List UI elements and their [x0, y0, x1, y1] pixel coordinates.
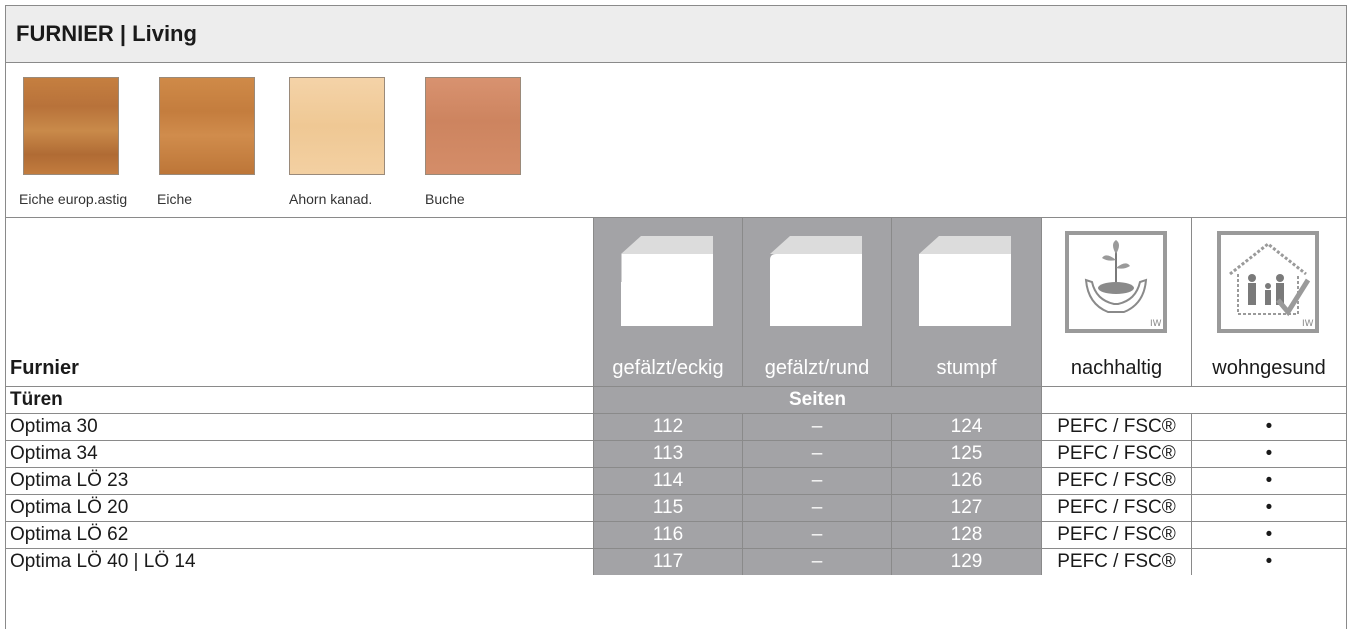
- swatch-label: Eiche europ.astig: [19, 191, 128, 207]
- section-row: Türen Seiten: [6, 386, 1346, 413]
- page-gefalzt-rund: –: [742, 522, 891, 548]
- veneer-swatches: Eiche europ.astig Eiche Ahorn kanad. Buc…: [6, 63, 1346, 218]
- page-gefalzt-eckig: 114: [593, 468, 742, 494]
- page-stumpf: 124: [891, 414, 1041, 440]
- certification: PEFC / FSC®: [1041, 414, 1191, 440]
- table-row[interactable]: Optima 30 112 – 124 PEFC / FSC® •: [6, 413, 1346, 440]
- page-gefalzt-rund: –: [742, 441, 891, 467]
- healthy-bullet: •: [1191, 441, 1346, 467]
- table-row[interactable]: Optima LÖ 62 116 – 128 PEFC / FSC® •: [6, 521, 1346, 548]
- section-label: Türen: [10, 389, 63, 410]
- row-name: Optima 34: [10, 443, 98, 464]
- swatch-ahorn-kanad[interactable]: [289, 77, 385, 175]
- certification: PEFC / FSC®: [1041, 522, 1191, 548]
- header-label: gefälzt/rund: [764, 357, 870, 379]
- healthy-bullet: •: [1191, 549, 1346, 575]
- table-row[interactable]: Optima 34 113 – 125 PEFC / FSC® •: [6, 440, 1346, 467]
- section-title: FURNIER | Living: [6, 6, 1346, 63]
- page-gefalzt-eckig: 117: [593, 549, 742, 575]
- header-gefalzt-rund: gefälzt/rund: [742, 218, 891, 386]
- page-gefalzt-eckig: 112: [593, 414, 742, 440]
- header-label: wohngesund: [1212, 357, 1326, 379]
- table-row[interactable]: Optima LÖ 40 | LÖ 14 117 – 129 PEFC / FS…: [6, 548, 1346, 575]
- page-gefalzt-rund: –: [742, 549, 891, 575]
- row-name: Optima 30: [10, 416, 98, 437]
- header-label: gefälzt/eckig: [612, 357, 724, 379]
- certification: PEFC / FSC®: [1041, 468, 1191, 494]
- svg-text:IW: IW: [1150, 319, 1162, 329]
- product-table: Furnier gefälzt/eckig gefälzt/rund stump…: [6, 218, 1346, 629]
- header-label: Furnier: [10, 357, 79, 379]
- profile-gefalzt-rund-icon: [770, 236, 862, 326]
- swatch-label: Eiche: [157, 191, 193, 207]
- page-stumpf: 129: [891, 549, 1041, 575]
- page-stumpf: 126: [891, 468, 1041, 494]
- empty-cell: [1041, 387, 1346, 413]
- header-label: nachhaltig: [1070, 357, 1163, 379]
- header-wohngesund: IW wohngesund: [1191, 218, 1346, 386]
- profile-stumpf-icon: [919, 236, 1011, 326]
- product-table-frame: FURNIER | Living Eiche europ.astig Eiche…: [5, 5, 1347, 629]
- swatch-label: Ahorn kanad.: [289, 191, 373, 207]
- swatch-eiche[interactable]: [159, 77, 255, 175]
- healthy-living-house-icon: IW: [1217, 231, 1319, 333]
- row-name: Optima LÖ 62: [10, 524, 129, 545]
- header-stumpf: stumpf: [891, 218, 1041, 386]
- row-name: Optima LÖ 20: [10, 497, 129, 518]
- swatch-label: Buche: [425, 191, 465, 207]
- page-stumpf: 125: [891, 441, 1041, 467]
- table-row[interactable]: Optima LÖ 20 115 – 127 PEFC / FSC® •: [6, 494, 1346, 521]
- page-gefalzt-eckig: 113: [593, 441, 742, 467]
- header-gefalzt-eckig: gefälzt/eckig: [593, 218, 742, 386]
- profile-gefalzt-eckig-icon: [621, 236, 713, 326]
- page-stumpf: 128: [891, 522, 1041, 548]
- page-gefalzt-eckig: 116: [593, 522, 742, 548]
- healthy-bullet: •: [1191, 495, 1346, 521]
- row-name: Optima LÖ 23: [10, 470, 129, 491]
- healthy-bullet: •: [1191, 414, 1346, 440]
- swatch-eiche-europ-astig[interactable]: [23, 77, 119, 175]
- svg-text:IW: IW: [1302, 319, 1314, 329]
- certification: PEFC / FSC®: [1041, 549, 1191, 575]
- healthy-bullet: •: [1191, 522, 1346, 548]
- row-name: Optima LÖ 40 | LÖ 14: [10, 551, 196, 572]
- section-span-label: Seiten: [593, 387, 1041, 413]
- table-row[interactable]: Optima LÖ 23 114 – 126 PEFC / FSC® •: [6, 467, 1346, 494]
- page-stumpf: 127: [891, 495, 1041, 521]
- sustainable-hands-plant-icon: IW: [1065, 231, 1167, 333]
- page-gefalzt-rund: –: [742, 495, 891, 521]
- page-gefalzt-eckig: 115: [593, 495, 742, 521]
- page-gefalzt-rund: –: [742, 414, 891, 440]
- header-label: stumpf: [936, 357, 997, 379]
- healthy-bullet: •: [1191, 468, 1346, 494]
- page-gefalzt-rund: –: [742, 468, 891, 494]
- header-nachhaltig: IW nachhaltig: [1041, 218, 1191, 386]
- certification: PEFC / FSC®: [1041, 441, 1191, 467]
- swatch-buche[interactable]: [425, 77, 521, 175]
- certification: PEFC / FSC®: [1041, 495, 1191, 521]
- header-furnier: Furnier: [6, 218, 593, 386]
